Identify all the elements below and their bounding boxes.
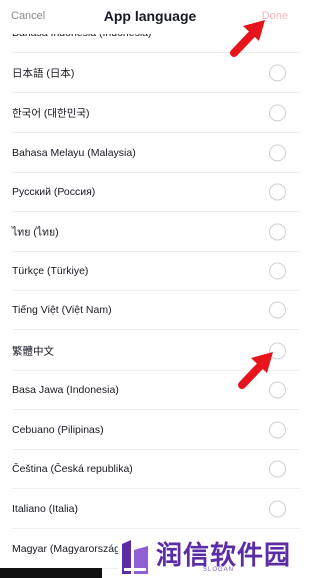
watermark: 润信软件园 SLOGAN <box>118 534 300 578</box>
language-row[interactable]: Tiếng Việt (Việt Nam) <box>0 290 300 330</box>
language-label: ไทย (ไทย) <box>12 226 59 239</box>
radio-button[interactable] <box>269 64 286 82</box>
annotation-arrow-icon <box>230 20 265 57</box>
bottom-bar <box>0 568 102 578</box>
radio-button[interactable] <box>269 301 286 319</box>
language-label: Türkçe (Türkiye) <box>12 265 89 277</box>
language-label: 日本語 (日本) <box>12 67 75 80</box>
language-label: Italiano (Italia) <box>12 503 78 515</box>
language-label: 한국어 (대한민국) <box>12 107 90 120</box>
language-label: Magyar (Magyarország) <box>12 543 124 555</box>
language-list: Bahasa Indonesia (Indonesia) 日本語 (日本) 한국… <box>0 0 300 578</box>
language-row[interactable]: Русский (Россия) <box>0 172 300 212</box>
language-label: Basa Jawa (Indonesia) <box>12 384 119 396</box>
language-row[interactable]: 한국어 (대한민국) <box>0 93 300 133</box>
language-label: Bahasa Melayu (Malaysia) <box>12 147 136 159</box>
language-row[interactable]: Bahasa Melayu (Malaysia) <box>0 133 300 173</box>
language-row[interactable]: 日本語 (日本) <box>0 53 300 93</box>
watermark-slogan: SLOGAN <box>203 567 235 573</box>
radio-button[interactable] <box>269 223 286 241</box>
radio-button[interactable] <box>269 183 286 201</box>
language-row[interactable]: Italiano (Italia) <box>0 489 300 529</box>
radio-button[interactable] <box>269 262 286 280</box>
language-label: 繁體中文 <box>12 345 54 358</box>
row-divider <box>12 329 300 330</box>
language-row[interactable]: Čeština (Česká republika) <box>0 449 300 489</box>
language-label: Tiếng Việt (Việt Nam) <box>12 304 112 316</box>
language-row[interactable]: ไทย (ไทย) <box>0 212 300 252</box>
radio-button[interactable] <box>269 500 286 518</box>
watermark-logo-icon <box>122 540 148 574</box>
language-label: Cebuano (Pilipinas) <box>12 424 104 436</box>
radio-button[interactable] <box>269 460 286 478</box>
radio-button[interactable] <box>269 421 286 439</box>
language-label: Čeština (Česká republika) <box>12 463 133 475</box>
annotation-arrow-icon <box>238 352 273 389</box>
radio-button[interactable] <box>269 104 286 122</box>
language-row[interactable]: Türkçe (Türkiye) <box>0 251 300 291</box>
language-row[interactable]: Cebuano (Pilipinas) <box>0 410 300 450</box>
language-label: Русский (Россия) <box>12 186 96 198</box>
radio-button[interactable] <box>269 144 286 162</box>
